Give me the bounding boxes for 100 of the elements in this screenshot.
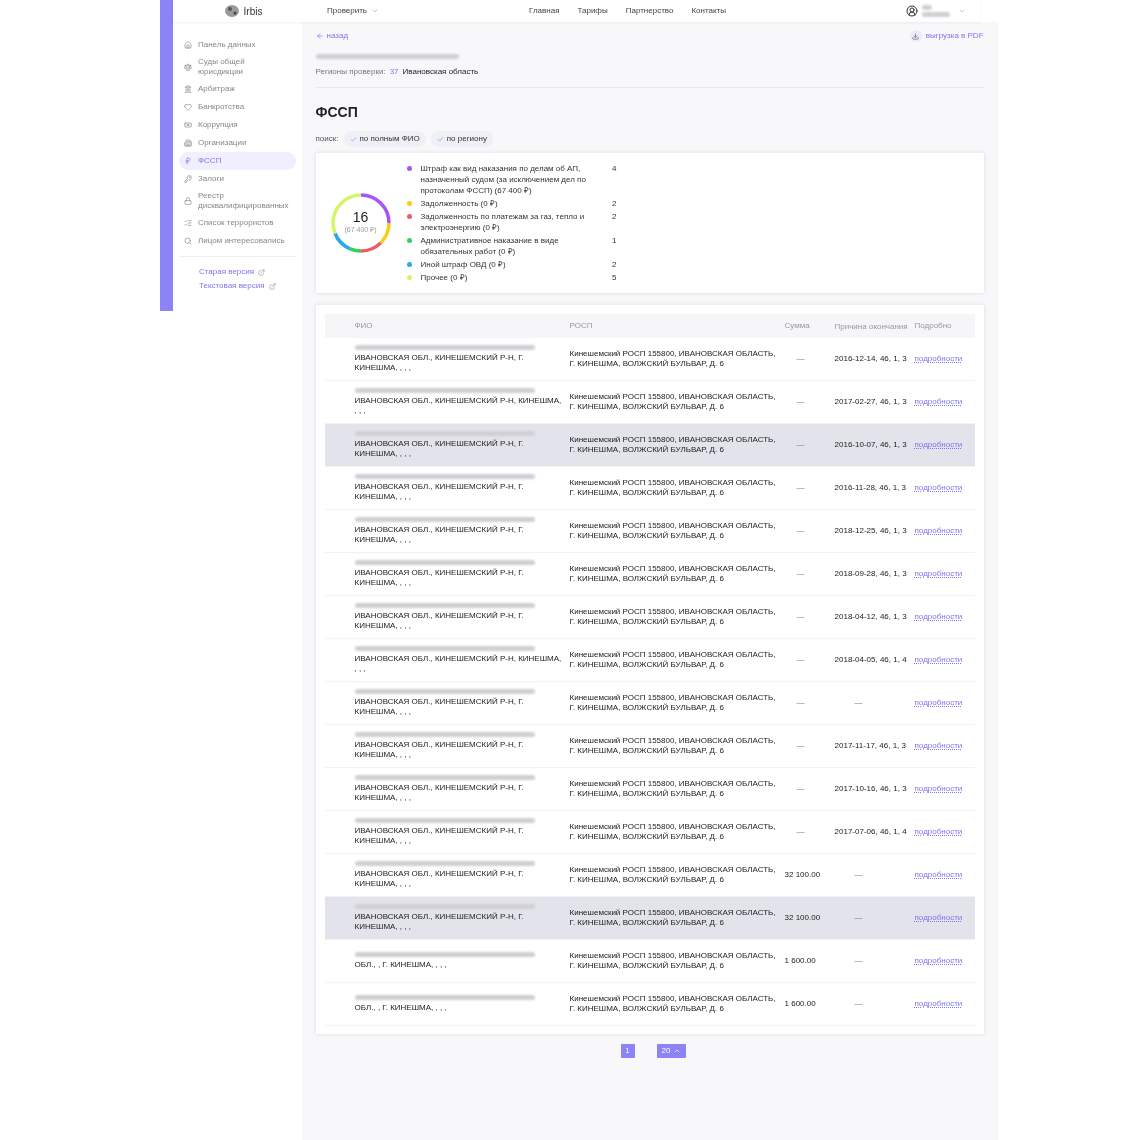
details-link[interactable]: подробности bbox=[914, 655, 975, 665]
table-cell-text: Кинешемский РОСП 155800, ИВАНОВСКАЯ ОБЛАСТЬ, Г. КИНЕШМА, ВОЛЖСКИЙ БУЛЬВАР, Д. 6 bbox=[569, 994, 777, 1014]
table-cell-text: Кинешемский РОСП 155800, ИВАНОВСКАЯ ОБЛАСТЬ, Г. КИНЕШМА, ВОЛЖСКИЙ БУЛЬВАР, Д. 6 bbox=[569, 607, 777, 627]
sidebar-item[interactable]: Залоги bbox=[179, 170, 296, 188]
table-cell-text: 2018-04-12, 46, 1, 3 bbox=[834, 612, 908, 622]
nav-link[interactable]: Контакты bbox=[691, 5, 726, 17]
address-text: ИВАНОВСКАЯ ОБЛ., КИНЕШЕМСКИЙ Р-Н, Г. КИНЕШМА, , , , bbox=[354, 740, 525, 760]
export-pdf-link[interactable]: выгрузка в PDF bbox=[909, 30, 984, 42]
sidebar-item[interactable]: ФССП bbox=[179, 152, 296, 170]
sidebar-item[interactable]: Организации bbox=[179, 134, 296, 152]
details-link[interactable]: подробности bbox=[914, 870, 975, 880]
check-icon bbox=[436, 135, 444, 143]
table-cell-text: Кинешемский РОСП 155800, ИВАНОВСКАЯ ОБЛАСТЬ, Г. КИНЕШМА, ВОЛЖСКИЙ БУЛЬВАР, Д. 6 bbox=[569, 521, 777, 541]
page-button[interactable]: 1 bbox=[620, 1044, 635, 1058]
address-text: ИВАНОВСКАЯ ОБЛ., КИНЕШЕМСКИЙ Р-Н, Г. КИНЕШМА, , , , bbox=[354, 826, 525, 846]
back-arrow-icon bbox=[315, 32, 324, 40]
details-link[interactable]: подробности bbox=[914, 569, 975, 579]
page-size-select[interactable]: 20 bbox=[656, 1044, 687, 1058]
donut-ring bbox=[328, 191, 393, 255]
table-cell-text: 1 600.00 bbox=[784, 956, 817, 966]
details-link[interactable]: подробности bbox=[914, 741, 975, 751]
legend-label: Административное наказание в виде обязательных работ (0 ₽) bbox=[420, 235, 560, 257]
table-cell-text: — bbox=[853, 913, 864, 923]
address-text: ИВАНОВСКАЯ ОБЛ., КИНЕШЕМСКИЙ Р-Н, Г. КИНЕШМА, , , , bbox=[354, 568, 525, 588]
nav-link[interactable]: Главная bbox=[529, 5, 560, 17]
details-link[interactable]: подробности bbox=[914, 526, 975, 536]
external-link[interactable]: Старая версия bbox=[179, 265, 296, 279]
table-cell-text: — bbox=[795, 698, 806, 708]
table-cell-text: 2017-02-27, 46, 1, 3 bbox=[834, 397, 908, 407]
table-cell-text: 32 100.00 bbox=[784, 870, 822, 880]
sidebar-item[interactable]: Реестр дисквалифицированных bbox=[179, 188, 296, 214]
filter-chip[interactable]: по полным ФИО bbox=[343, 131, 426, 147]
sidebar-item[interactable]: Список террористов bbox=[179, 214, 296, 232]
sidebar-item[interactable]: Суды общей юрисдикции bbox=[179, 54, 296, 80]
details-link[interactable]: подробности bbox=[914, 999, 975, 1009]
table-cell-text: Кинешемский РОСП 155800, ИВАНОВСКАЯ ОБЛАСТЬ, Г. КИНЕШМА, ВОЛЖСКИЙ БУЛЬВАР, Д. 6 bbox=[569, 822, 777, 842]
details-link[interactable]: подробности bbox=[914, 698, 975, 708]
table-cell-text: 32 100.00 bbox=[784, 913, 822, 923]
table-cell-text: Кинешемский РОСП 155800, ИВАНОВСКАЯ ОБЛАСТЬ, Г. КИНЕШМА, ВОЛЖСКИЙ БУЛЬВАР, Д. 6 bbox=[569, 779, 777, 799]
search-icon bbox=[184, 237, 192, 245]
sidebar-item[interactable]: Коррупция bbox=[179, 116, 296, 134]
table-cell-text: Кинешемский РОСП 155800, ИВАНОВСКАЯ ОБЛАСТЬ, Г. КИНЕШМА, ВОЛЖСКИЙ БУЛЬВАР, Д. 6 bbox=[569, 435, 777, 455]
table-cell-text: — bbox=[795, 612, 806, 622]
legend-label: Прочее (0 ₽) bbox=[420, 272, 469, 283]
details-link[interactable]: подробности bbox=[914, 397, 975, 407]
ruble-icon bbox=[184, 157, 192, 165]
nav-link[interactable]: Партнерство bbox=[625, 5, 674, 17]
table-cell-text: 1 600.00 bbox=[784, 999, 817, 1009]
legend-count: 2 bbox=[612, 198, 617, 209]
back-link[interactable]: назад bbox=[315, 30, 349, 42]
table-cell-text: — bbox=[795, 354, 806, 364]
sidebar-item[interactable]: Банкротства bbox=[179, 98, 296, 116]
address-text: ИВАНОВСКАЯ ОБЛ., КИНЕШЕМСКИЙ Р-Н, Г. КИНЕШМА, , , , bbox=[354, 611, 525, 631]
details-link[interactable]: подробности bbox=[914, 612, 975, 622]
sidebar-item[interactable]: Панель данных bbox=[179, 36, 296, 54]
external-link[interactable]: Текстовая версия bbox=[179, 279, 296, 293]
external-link-icon bbox=[268, 282, 276, 290]
legend-count: 1 bbox=[612, 235, 617, 246]
details-link[interactable]: подробности bbox=[914, 827, 975, 837]
banknote-icon bbox=[184, 121, 192, 129]
column-header: РОСП bbox=[569, 320, 594, 332]
sidebar-item[interactable]: Лицом интересовались bbox=[179, 232, 296, 250]
table-cell-text: Кинешемский РОСП 155800, ИВАНОВСКАЯ ОБЛАСТЬ, Г. КИНЕШМА, ВОЛЖСКИЙ БУЛЬВАР, Д. 6 bbox=[569, 865, 777, 885]
table-cell-text: Кинешемский РОСП 155800, ИВАНОВСКАЯ ОБЛАСТЬ, Г. КИНЕШМА, ВОЛЖСКИЙ БУЛЬВАР, Д. 6 bbox=[569, 736, 777, 756]
legend-count: 4 bbox=[612, 163, 617, 174]
address-text: ИВАНОВСКАЯ ОБЛ., КИНЕШЕМСКИЙ Р-Н, Г. КИНЕШМА, , , , bbox=[354, 912, 525, 932]
building-icon bbox=[184, 139, 192, 147]
sidebar-item[interactable]: Арбитраж bbox=[179, 80, 296, 98]
details-link[interactable]: подробности bbox=[914, 483, 975, 493]
details-link[interactable]: подробности bbox=[914, 913, 975, 923]
redacted-bar bbox=[922, 12, 950, 17]
nav-link[interactable]: Тарифы bbox=[577, 5, 608, 17]
table-cell-text: — bbox=[853, 870, 864, 880]
column-header: Причина окончания bbox=[834, 321, 909, 331]
details-link[interactable]: подробности bbox=[914, 956, 975, 966]
check-menu[interactable]: Проверить bbox=[327, 5, 379, 17]
download-icon bbox=[909, 30, 922, 42]
heart-icon bbox=[184, 103, 192, 111]
table-cell-text: — bbox=[795, 483, 806, 493]
table-cell-text: — bbox=[795, 784, 806, 794]
legend-label: Задолженность (0 ₽) bbox=[420, 198, 499, 209]
chevron-icon bbox=[371, 7, 379, 15]
address-text: ИВАНОВСКАЯ ОБЛ., КИНЕШЕМСКИЙ Р-Н, Г. КИНЕШМА, , , , bbox=[354, 353, 525, 373]
address-text: ИВАНОВСКАЯ ОБЛ., КИНЕШЕМСКИЙ Р-Н, Г. КИНЕШМА, , , , bbox=[354, 439, 525, 459]
table-cell-text: 2016-11-28, 46, 1, 3 bbox=[834, 483, 907, 493]
chevron-icon bbox=[958, 7, 966, 15]
address-text: ИВАНОВСКАЯ ОБЛ., КИНЕШЕМСКИЙ Р-Н, КИНЕШМА, , , , bbox=[354, 654, 562, 674]
details-link[interactable]: подробности bbox=[914, 440, 975, 450]
address-text: ИВАНОВСКАЯ ОБЛ., КИНЕШЕМСКИЙ Р-Н, Г. КИНЕШМА, , , , bbox=[354, 869, 525, 889]
address-text: ИВАНОВСКАЯ ОБЛ., КИНЕШЕМСКИЙ Р-Н, Г. КИНЕШМА, , , , bbox=[354, 525, 525, 545]
details-link[interactable]: подробности bbox=[914, 354, 975, 364]
table-cell-text: 2017-10-16, 46, 1, 3 bbox=[834, 784, 908, 794]
table-cell-text: 2017-11-17, 46, 1, 3 bbox=[834, 741, 907, 751]
table-cell-text: — bbox=[795, 526, 806, 536]
redacted-bar bbox=[922, 5, 932, 10]
details-link[interactable]: подробности bbox=[914, 784, 975, 794]
filter-chip[interactable]: по региону bbox=[430, 131, 493, 147]
table-cell-text: — bbox=[853, 956, 864, 966]
bank-icon bbox=[184, 85, 192, 93]
table-cell-text: — bbox=[795, 827, 806, 837]
